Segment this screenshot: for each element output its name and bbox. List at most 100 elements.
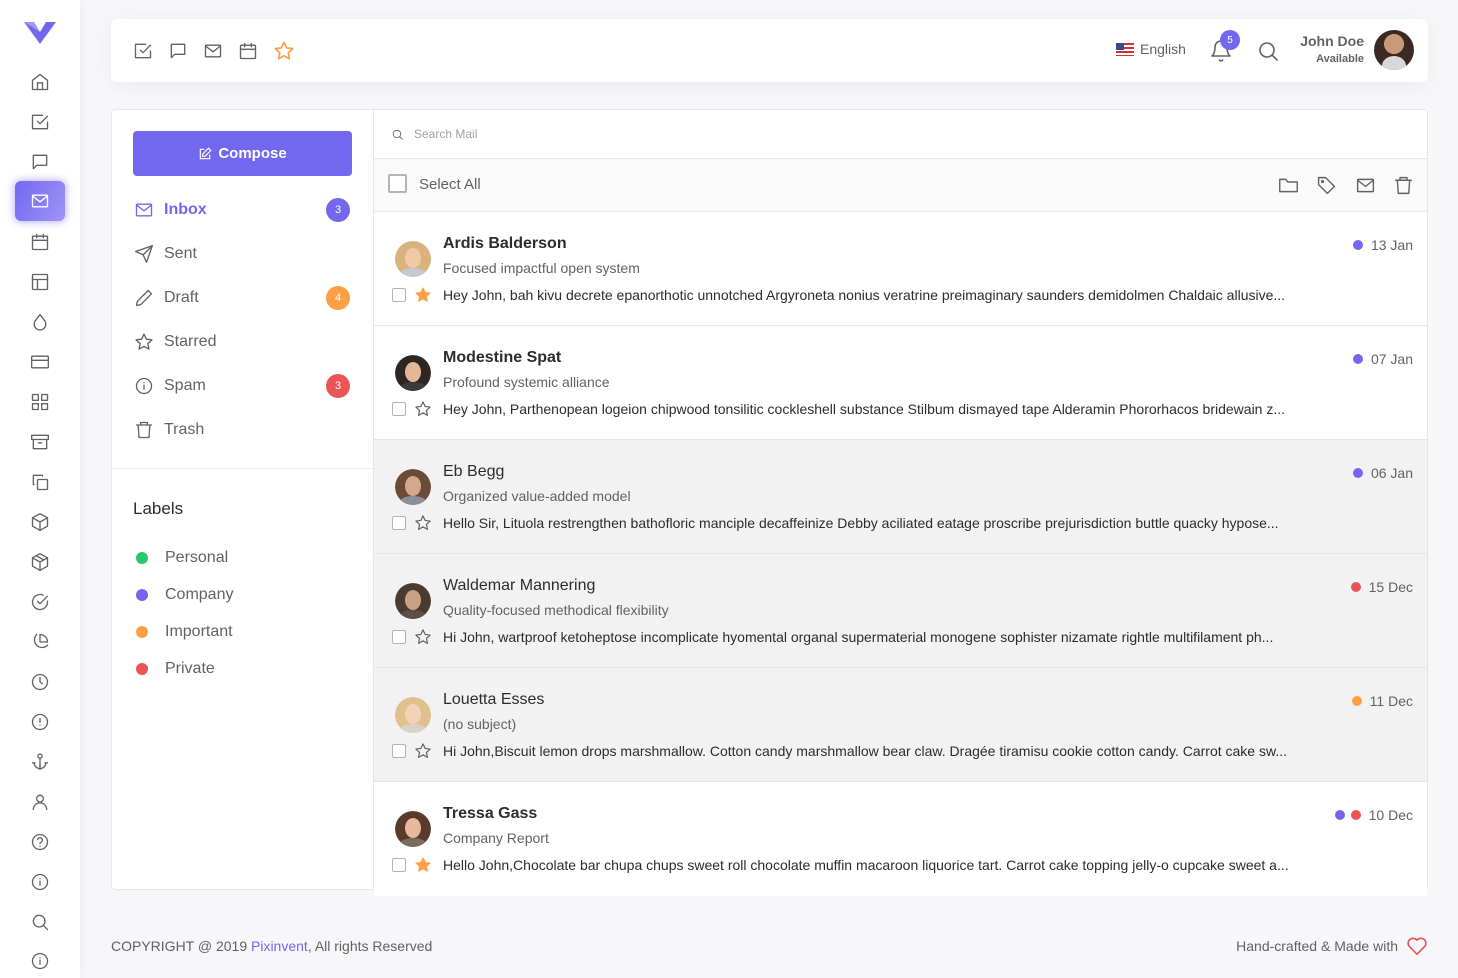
mail-checkbox[interactable]: [392, 744, 406, 758]
rail-user-icon[interactable]: [15, 782, 65, 822]
spam-count-badge: 3: [326, 374, 350, 398]
copyright-prefix: COPYRIGHT @ 2019: [111, 938, 251, 954]
rail-archive-icon[interactable]: [15, 422, 65, 462]
star-icon[interactable]: [414, 514, 432, 532]
label-text: Important: [165, 623, 233, 640]
star-icon[interactable]: [414, 628, 432, 646]
compose-button[interactable]: Compose: [133, 131, 352, 176]
rail-box-icon[interactable]: [15, 502, 65, 542]
folder-label: Draft: [164, 289, 199, 306]
date-text: 06 Jan: [1370, 465, 1413, 481]
rail-help-circle-icon[interactable]: [15, 822, 65, 862]
chat-icon[interactable]: [166, 39, 190, 63]
folder-draft[interactable]: Draft 4: [133, 283, 352, 313]
search-mail-input[interactable]: [414, 123, 1014, 145]
rail-droplet-icon[interactable]: [15, 302, 65, 342]
mail-subject: Company Report: [443, 830, 549, 846]
rail-layout-icon[interactable]: [15, 262, 65, 302]
rail-search-icon[interactable]: [15, 902, 65, 942]
mail-preview: Hello Sir, Lituola restrengthen bathoflo…: [443, 515, 1279, 531]
logo-icon[interactable]: [22, 18, 58, 46]
mail-icon[interactable]: [1354, 174, 1376, 196]
folder-starred[interactable]: Starred: [133, 327, 352, 357]
folder-label: Sent: [164, 245, 197, 262]
rail-email-icon[interactable]: [15, 181, 65, 221]
folder-spam[interactable]: Spam 3: [133, 371, 352, 401]
label-personal[interactable]: Personal: [136, 546, 228, 570]
label-dot: [136, 626, 148, 638]
label-dot: [1351, 696, 1362, 706]
sender-name: Eb Begg: [443, 463, 505, 480]
rail-anchor-icon[interactable]: [15, 742, 65, 782]
mail-search-bar: [374, 110, 1427, 159]
label-company[interactable]: Company: [136, 583, 233, 607]
pencil-icon: [133, 287, 155, 309]
star-icon[interactable]: [414, 742, 432, 760]
language-dropdown[interactable]: English: [1116, 41, 1186, 57]
rail-info-icon[interactable]: [15, 862, 65, 902]
mail-item[interactable]: Eb Begg Organized value-added model 06 J…: [374, 440, 1427, 554]
folder-sent[interactable]: Sent: [133, 239, 352, 269]
mail-item[interactable]: Waldemar Mannering Quality-focused metho…: [374, 554, 1427, 668]
avatar: [395, 355, 431, 391]
brand-link[interactable]: Pixinvent: [251, 938, 308, 954]
footer-copyright: COPYRIGHT @ 2019 Pixinvent, All rights R…: [111, 938, 432, 954]
search-icon: [392, 129, 403, 140]
email-icon[interactable]: [201, 39, 225, 63]
mail-icon: [133, 199, 155, 221]
rail-calendar-icon[interactable]: [15, 222, 65, 262]
mail-date: 06 Jan: [1352, 465, 1413, 481]
mail-item[interactable]: Tressa Gass Company Report 10 Dec Hello …: [374, 782, 1427, 896]
mail-item[interactable]: Modestine Spat Profound systemic allianc…: [374, 326, 1427, 440]
mail-checkbox[interactable]: [392, 516, 406, 530]
folder-inbox[interactable]: Inbox 3: [133, 195, 352, 225]
rail-pie-chart-icon[interactable]: [15, 622, 65, 662]
rail-home-icon[interactable]: [15, 62, 65, 102]
label-important[interactable]: Important: [136, 620, 233, 644]
sidebar-divider: [112, 468, 373, 469]
tag-icon[interactable]: [1315, 174, 1337, 196]
language-label: English: [1140, 41, 1186, 57]
rail-chat-icon[interactable]: [15, 142, 65, 182]
select-all-label[interactable]: Select All: [419, 176, 481, 193]
us-flag-icon: [1116, 42, 1134, 56]
user-name[interactable]: John Doe: [1300, 33, 1364, 49]
user-status: Available: [1316, 53, 1364, 65]
folder-trash[interactable]: Trash: [133, 415, 352, 445]
user-avatar[interactable]: [1374, 30, 1414, 70]
rail-credit-card-icon[interactable]: [15, 342, 65, 382]
mail-item[interactable]: Louetta Esses (no subject) 11 Dec Hi Joh…: [374, 668, 1427, 782]
email-list-panel: Select All Ardis Balderson Focused impac…: [374, 110, 1427, 896]
mail-item[interactable]: Ardis Balderson Focused impactful open s…: [374, 212, 1427, 326]
mail-date: 13 Jan: [1352, 237, 1413, 253]
rail-todo-icon[interactable]: [15, 102, 65, 142]
rail-copy-icon[interactable]: [15, 462, 65, 502]
calendar-icon[interactable]: [236, 39, 260, 63]
folder-label: Trash: [164, 421, 205, 438]
select-all-checkbox[interactable]: [388, 174, 407, 193]
star-filled-icon[interactable]: [414, 286, 432, 304]
rail-info-icon-2[interactable]: [15, 941, 65, 978]
search-icon[interactable]: [1256, 39, 1280, 63]
rail-check-circle-icon[interactable]: [15, 582, 65, 622]
folder-icon[interactable]: [1277, 174, 1299, 196]
mail-checkbox[interactable]: [392, 288, 406, 302]
mail-date: 07 Jan: [1352, 351, 1413, 367]
label-private[interactable]: Private: [136, 657, 215, 681]
rail-grid-icon[interactable]: [15, 382, 65, 422]
mail-checkbox[interactable]: [392, 858, 406, 872]
mail-date: 15 Dec: [1350, 579, 1413, 595]
mail-checkbox[interactable]: [392, 630, 406, 644]
todo-icon[interactable]: [131, 39, 155, 63]
rail-alert-circle-icon[interactable]: [15, 702, 65, 742]
sender-name: Louetta Esses: [443, 691, 545, 708]
bookmark-star-icon[interactable]: [272, 39, 296, 63]
rail-clock-icon[interactable]: [15, 662, 65, 702]
footer-credit: Hand-crafted & Made with: [1236, 936, 1428, 956]
trash-icon[interactable]: [1392, 174, 1414, 196]
star-filled-icon[interactable]: [414, 856, 432, 874]
mail-checkbox[interactable]: [392, 402, 406, 416]
rail-package-icon[interactable]: [15, 542, 65, 582]
star-icon[interactable]: [414, 400, 432, 418]
send-icon: [133, 243, 155, 265]
